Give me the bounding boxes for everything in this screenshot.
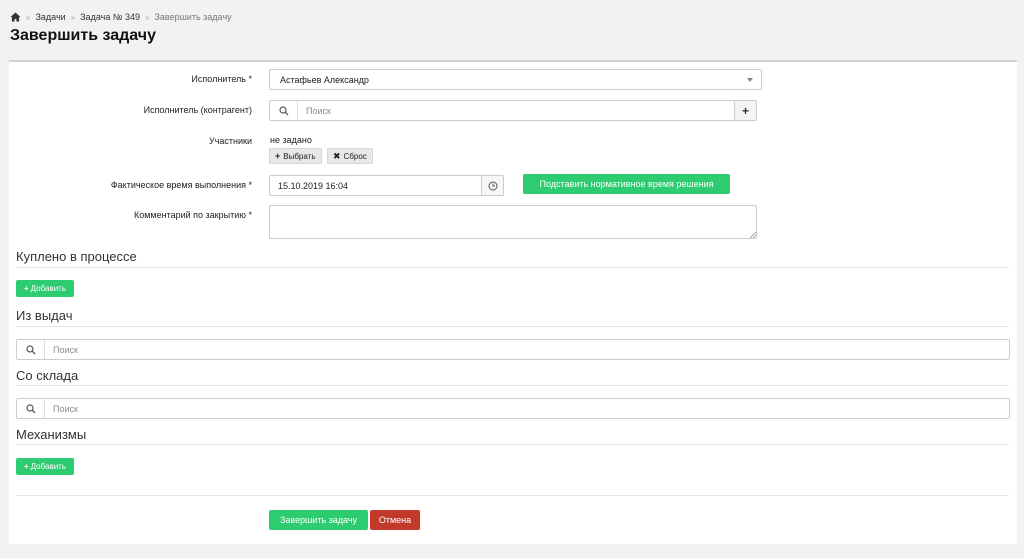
contractor-label: Исполнитель (контрагент) bbox=[143, 105, 252, 115]
contractor-search-input[interactable] bbox=[298, 101, 734, 120]
issues-search-group bbox=[16, 339, 1010, 360]
warehouse-search-input[interactable] bbox=[45, 399, 1009, 418]
section-divider bbox=[16, 385, 1009, 386]
closing-comment-label: Комментарий по закрытию * bbox=[133, 210, 252, 220]
participants-select-button[interactable]: + Выбрать bbox=[269, 148, 322, 164]
select-button-label: Выбрать bbox=[283, 151, 316, 161]
complete-task-button[interactable]: Завершить задачу bbox=[269, 510, 368, 530]
section-title-mechanisms: Механизмы bbox=[16, 427, 87, 442]
actual-time-group bbox=[269, 175, 504, 196]
clock-icon[interactable] bbox=[481, 176, 503, 195]
add-mechanism-button[interactable]: + Добавить bbox=[16, 458, 74, 475]
reset-button-label: Сброс bbox=[343, 151, 367, 161]
normative-time-button[interactable]: Подставить нормативное время решения bbox=[523, 174, 730, 194]
breadcrumb-current: Завершить задачу bbox=[154, 12, 232, 22]
participants-reset-button[interactable]: ✖ Сброс bbox=[327, 148, 373, 164]
participants-label: Участники bbox=[209, 136, 252, 146]
actual-time-label: Фактическое время выполнения * bbox=[110, 180, 252, 190]
form-panel: Исполнитель * Астафьев Александр Исполни… bbox=[9, 60, 1017, 544]
search-icon bbox=[17, 340, 45, 359]
section-title-warehouse: Со склада bbox=[16, 368, 79, 383]
section-divider bbox=[16, 267, 1009, 268]
contractor-search-group: + bbox=[269, 100, 757, 121]
warehouse-search-group bbox=[16, 398, 1010, 419]
closing-comment-textarea[interactable] bbox=[269, 205, 757, 239]
contractor-add-button[interactable]: + bbox=[734, 101, 756, 120]
caret-down-icon bbox=[747, 78, 753, 82]
add-bought-button[interactable]: + Добавить bbox=[16, 280, 74, 297]
actions-divider bbox=[16, 495, 1009, 496]
home-icon[interactable] bbox=[10, 12, 21, 22]
executor-select[interactable]: Астафьев Александр bbox=[269, 69, 762, 90]
issues-search-input[interactable] bbox=[45, 340, 1009, 359]
times-icon: ✖ bbox=[333, 150, 341, 161]
add-bought-label: Добавить bbox=[30, 284, 67, 293]
section-title-issues: Из выдач bbox=[16, 308, 73, 323]
plus-icon: + bbox=[23, 284, 29, 293]
breadcrumb-separator: » bbox=[145, 12, 150, 22]
breadcrumb-separator: » bbox=[70, 12, 76, 22]
plus-icon: + bbox=[23, 462, 29, 471]
participants-value: не задано bbox=[270, 135, 312, 145]
executor-value: Астафьев Александр bbox=[280, 74, 369, 85]
search-icon bbox=[270, 101, 298, 120]
executor-label: Исполнитель * bbox=[191, 74, 252, 84]
section-divider bbox=[16, 326, 1009, 327]
search-icon bbox=[17, 399, 45, 418]
breadcrumb-link-task[interactable]: Задача № 349 bbox=[80, 12, 140, 22]
plus-icon: + bbox=[275, 151, 281, 161]
add-mechanism-label: Добавить bbox=[30, 462, 67, 471]
section-title-bought: Куплено в процессе bbox=[16, 249, 137, 264]
actual-time-input[interactable] bbox=[270, 176, 481, 195]
resize-grip-icon[interactable] bbox=[750, 232, 756, 238]
section-divider bbox=[16, 444, 1009, 445]
breadcrumb-link-tasks[interactable]: Задачи bbox=[35, 12, 65, 22]
cancel-button[interactable]: Отмена bbox=[370, 510, 420, 530]
breadcrumb: » Задачи » Задача № 349 » Завершить зада… bbox=[10, 11, 232, 23]
breadcrumb-separator: » bbox=[26, 12, 31, 22]
page-title: Завершить задачу bbox=[10, 27, 156, 44]
